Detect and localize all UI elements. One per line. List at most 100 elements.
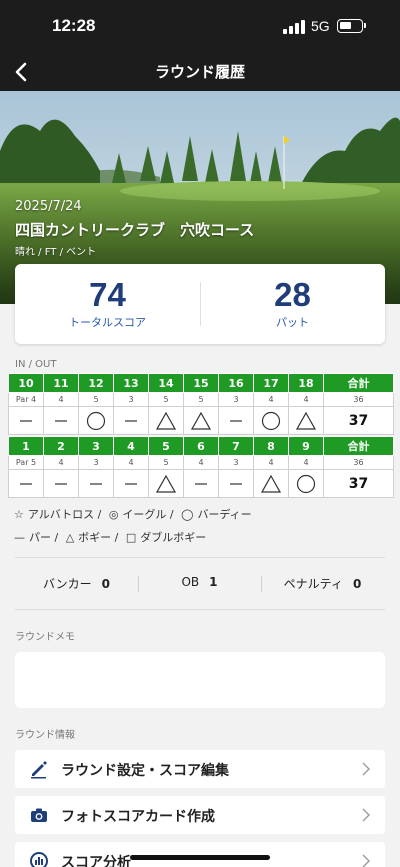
hole-number: 16 — [218, 373, 254, 393]
circle-icon: ◯ — [181, 508, 194, 521]
hole-number: 11 — [43, 373, 79, 393]
hole-number: 14 — [148, 373, 184, 393]
pencil-icon — [31, 761, 47, 779]
legend-row-1: ☆ アルバトロス / ◎ イーグル / ◯ バーディー — [14, 506, 256, 522]
chevron-right-icon — [362, 854, 370, 867]
par-value: 4 — [43, 392, 79, 407]
par-dash-icon — [125, 483, 137, 485]
hole-score-cell[interactable] — [253, 469, 289, 498]
total-score: 74 トータルスコア — [15, 274, 200, 330]
hole-score-cell[interactable] — [8, 406, 44, 435]
legend-albatross: アルバトロス / — [27, 508, 102, 521]
bunker-value: 0 — [101, 577, 110, 591]
ob-value: 1 — [209, 575, 218, 589]
par-value: 4 — [288, 455, 324, 470]
putts-value: 28 — [274, 276, 311, 313]
par-total: 36 — [323, 455, 394, 470]
legend-eagle: イーグル / — [122, 508, 174, 521]
scorecard-in-table: 10 11 12 13 14 15 16 17 18 合計 Par 4 4 5 … — [8, 373, 394, 435]
hole-score-cell[interactable] — [8, 469, 44, 498]
par-value: 4 — [113, 455, 149, 470]
par-dash-icon — [20, 483, 32, 485]
par-value: 3 — [218, 392, 254, 407]
ob-stat: OB 1 — [138, 575, 261, 589]
par-dash-icon — [55, 420, 67, 422]
score-row: 37 — [8, 469, 394, 498]
round-info-label: ラウンド情報 — [15, 730, 75, 741]
hole-score-cell[interactable] — [43, 469, 79, 498]
bogey-triangle-icon — [261, 474, 281, 493]
hole-score-cell[interactable] — [78, 469, 114, 498]
par-value: 4 — [253, 455, 289, 470]
camera-icon — [31, 808, 47, 822]
legend-bogey: ボギー / — [78, 531, 119, 544]
hole-number: 3 — [78, 436, 114, 456]
score-total: 37 — [323, 406, 394, 435]
hole-score-cell[interactable] — [218, 469, 254, 498]
par-value: 4 — [43, 455, 79, 470]
hole-score-cell[interactable] — [183, 406, 219, 435]
hole-score-cell[interactable] — [253, 406, 289, 435]
bogey-triangle-icon — [156, 411, 176, 430]
hole-number: 8 — [253, 436, 289, 456]
hole-number: 12 — [78, 373, 114, 393]
par-value: 4 — [288, 392, 324, 407]
hole-score-cell[interactable] — [43, 406, 79, 435]
par-total: 36 — [323, 392, 394, 407]
hole-score-cell[interactable] — [148, 469, 184, 498]
hole-score-cell[interactable] — [218, 406, 254, 435]
chevron-right-icon — [362, 762, 370, 776]
penalty-stat: ペナルティ 0 — [261, 575, 384, 592]
legend-par: パー / — [29, 531, 59, 544]
putts-label: パット — [276, 316, 309, 329]
hole-score-cell[interactable] — [113, 406, 149, 435]
hole-score-cell[interactable] — [148, 406, 184, 435]
hole-score-cell[interactable] — [113, 469, 149, 498]
hole-number-row: 10 11 12 13 14 15 16 17 18 合計 — [8, 373, 394, 393]
home-indicator — [130, 855, 270, 860]
hole-score-cell[interactable] — [78, 406, 114, 435]
bogey-triangle-icon — [191, 411, 211, 430]
page-title: ラウンド履歴 — [154, 63, 245, 81]
scorecard-out-table: 1 2 3 4 5 6 7 8 9 合計 Par 5 4 3 4 5 4 3 4… — [8, 436, 394, 498]
hole-number: 7 — [218, 436, 254, 456]
hole-number: 2 — [43, 436, 79, 456]
memo-field[interactable] — [15, 652, 385, 708]
network-label: 5G — [311, 18, 330, 34]
menu-item-label: ラウンド設定・スコア編集 — [61, 763, 229, 779]
round-date: 2025/7/24 — [15, 199, 82, 214]
par-dash-icon — [195, 483, 207, 485]
scorecard-section-label: IN / OUT — [15, 359, 57, 370]
putts: 28 パット — [200, 274, 385, 330]
nav-bar: ラウンド履歴 — [0, 52, 400, 91]
penalty-value: 0 — [352, 577, 362, 591]
hole-number: 6 — [183, 436, 219, 456]
birdie-circle-icon — [296, 474, 316, 493]
memo-label: ラウンドメモ — [15, 632, 75, 643]
hole-number: 18 — [288, 373, 324, 393]
course-name: 四国カントリークラブ 穴吹コース — [15, 221, 255, 239]
total-score-label: トータルスコア — [69, 316, 146, 329]
par-label: Par 5 — [8, 455, 44, 470]
hole-score-cell[interactable] — [183, 469, 219, 498]
photo-scorecard-button[interactable]: フォトスコアカード作成 — [15, 796, 385, 834]
par-value: 5 — [148, 392, 184, 407]
hole-score-cell[interactable] — [288, 406, 324, 435]
par-dash-icon — [20, 420, 32, 422]
triangle-icon: △ — [65, 531, 75, 544]
par-value: 5 — [183, 392, 219, 407]
bogey-triangle-icon — [156, 474, 176, 493]
par-value: 3 — [78, 455, 114, 470]
total-score-value: 74 — [89, 276, 126, 313]
hole-score-cell[interactable] — [288, 469, 324, 498]
hole-number: 1 — [8, 436, 44, 456]
hole-number: 4 — [113, 436, 149, 456]
menu-item-label: フォトスコアカード作成 — [61, 809, 215, 825]
legend-row-2: — パー / △ ボギー / □ ダブルボギー — [14, 529, 210, 545]
edit-round-button[interactable]: ラウンド設定・スコア編集 — [15, 750, 385, 788]
par-value: 4 — [183, 455, 219, 470]
score-summary-card: 74 トータルスコア 28 パット — [15, 264, 385, 344]
par-value: 5 — [148, 455, 184, 470]
hole-number: 9 — [288, 436, 324, 456]
chart-icon — [30, 852, 48, 867]
